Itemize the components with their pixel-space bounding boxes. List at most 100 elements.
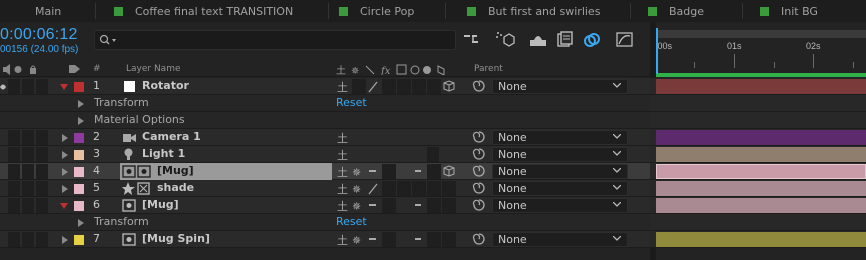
shy-switch-icon[interactable]: ⼟ (337, 165, 349, 177)
effects-switch[interactable] (382, 198, 396, 213)
layer-row[interactable]: 7 [Mug Spin] ⼟ ✵ None (0, 231, 866, 248)
adjustment-layer-switch[interactable] (427, 147, 439, 162)
label-header-icon[interactable] (68, 63, 82, 75)
layer-duration-bar[interactable] (656, 198, 866, 213)
solo-switch[interactable] (22, 164, 34, 179)
frame-blend-switch[interactable] (397, 181, 411, 196)
tab-main[interactable]: Main (14, 0, 61, 22)
layer-name[interactable]: Camera 1 (142, 130, 201, 143)
lock-switch[interactable] (36, 181, 48, 196)
layer-row[interactable]: 3 Light 1 ⼟ None (0, 146, 866, 163)
expand-triangle[interactable] (60, 84, 68, 90)
3d-layer-icon[interactable] (443, 80, 455, 92)
composition-flowchart-icon[interactable] (461, 29, 483, 51)
audio-switch[interactable] (8, 232, 20, 247)
expand-triangle[interactable] (78, 100, 84, 108)
adjustment-layer-switch[interactable] (427, 79, 441, 94)
property-group-row[interactable]: Transform Reset (0, 95, 866, 112)
parent-dropdown[interactable]: None (492, 198, 628, 213)
lock-switch[interactable] (36, 232, 48, 247)
current-time-indicator[interactable] (656, 38, 658, 74)
shy-switch-icon[interactable]: ⼟ (337, 131, 349, 143)
lock-switch[interactable] (36, 147, 48, 162)
parent-pick-whip-icon[interactable] (472, 164, 486, 178)
audio-switch[interactable] (8, 198, 20, 213)
layer-duration-bar[interactable] (656, 147, 866, 162)
adjustment-layer-switch[interactable] (427, 181, 441, 196)
parent-pick-whip-icon[interactable] (472, 147, 486, 161)
layer-duration-bar[interactable] (656, 130, 866, 145)
tab-circle-pop[interactable]: Circle Pop (339, 0, 414, 22)
shy-layers-icon[interactable] (527, 29, 549, 51)
effects-switch[interactable] (382, 79, 396, 94)
motion-blur-switch-icon[interactable] (412, 165, 424, 177)
parent-dropdown[interactable]: None (492, 232, 628, 247)
work-area-bar[interactable] (650, 30, 866, 38)
expand-triangle[interactable] (62, 185, 68, 193)
layer-row[interactable]: 4 [Mug] ⼟ ✵ None (0, 163, 866, 180)
layer-search-input[interactable] (94, 30, 456, 50)
expand-triangle[interactable] (62, 151, 68, 159)
shy-switch-icon[interactable]: ⼟ (337, 199, 349, 211)
audio-switch[interactable] (8, 79, 20, 94)
audio-switch[interactable] (8, 164, 20, 179)
lock-switch[interactable] (36, 130, 48, 145)
property-group-row[interactable]: Material Options (0, 112, 866, 129)
lock-switch[interactable] (36, 79, 48, 94)
audio-switch[interactable] (8, 130, 20, 145)
layer-row[interactable]: 2 Camera 1 ⼟ None (0, 129, 866, 146)
audio-switch[interactable] (8, 181, 20, 196)
layer-row[interactable]: 1 Rotator ⼟ None (0, 78, 866, 95)
collapse-transformations-icon[interactable]: ✵ (352, 165, 364, 177)
parent-pick-whip-icon[interactable] (472, 198, 486, 212)
motion-blur-switch-icon[interactable] (412, 199, 424, 211)
parent-dropdown[interactable]: None (492, 147, 628, 162)
layer-duration-bar[interactable] (656, 181, 866, 196)
solo-switch[interactable] (22, 198, 34, 213)
layer-name[interactable]: [Mug] (157, 164, 194, 177)
3d-layer-icon[interactable] (443, 165, 455, 177)
graph-editor-icon[interactable] (614, 29, 636, 51)
quality-switch-icon[interactable] (367, 199, 379, 211)
label-color-swatch[interactable] (74, 150, 84, 160)
tab-but-first-and-swirlies[interactable]: But first and swirlies (467, 0, 600, 22)
lock-switch[interactable] (36, 164, 48, 179)
parent-pick-whip-icon[interactable] (472, 130, 486, 144)
shy-switch-icon[interactable]: ⼟ (337, 80, 349, 92)
collapse-transformations-icon[interactable]: ✵ (352, 233, 364, 245)
property-group-row[interactable]: Transform Reset (0, 214, 866, 231)
audio-switch[interactable] (8, 147, 20, 162)
parent-dropdown[interactable]: None (492, 79, 628, 94)
parent-dropdown[interactable]: None (492, 130, 628, 145)
adjustment-layer-switch[interactable] (427, 198, 441, 213)
layer-duration-bar[interactable] (656, 164, 866, 179)
parent-pick-whip-icon[interactable] (472, 181, 486, 195)
expand-triangle[interactable] (78, 219, 84, 227)
solo-switch[interactable] (22, 147, 34, 162)
3d-layer-switch[interactable] (442, 181, 456, 196)
visibility-eye-icon[interactable] (0, 82, 6, 92)
tab-badge[interactable]: Badge (648, 0, 704, 22)
draft-3d-icon[interactable] (494, 29, 516, 51)
quality-switch-icon[interactable] (367, 80, 379, 93)
motion-blur-switch-icon[interactable] (412, 233, 424, 245)
motion-blur-icon[interactable] (581, 29, 603, 51)
tab-coffee-final-text-transition[interactable]: Coffee final text TRANSITION (114, 0, 293, 22)
solo-switch[interactable] (22, 181, 34, 196)
label-color-swatch[interactable] (74, 167, 84, 177)
label-color-swatch[interactable] (74, 133, 84, 143)
layer-name[interactable]: Light 1 (142, 147, 185, 160)
effects-switch[interactable] (382, 232, 396, 247)
adjustment-layer-switch[interactable] (427, 232, 441, 247)
collapse-transformations-icon[interactable]: ✵ (352, 182, 364, 194)
label-color-swatch[interactable] (74, 235, 84, 245)
parent-pick-whip-icon[interactable] (472, 79, 486, 93)
quality-switch-icon[interactable] (367, 165, 379, 177)
frame-blend-switch[interactable] (397, 79, 411, 94)
parent-dropdown[interactable]: None (492, 181, 628, 196)
column-parent[interactable]: Parent (474, 64, 503, 74)
effects-switch[interactable] (382, 181, 396, 196)
expand-triangle[interactable] (78, 117, 84, 125)
collapse-transformations-icon[interactable]: ✵ (352, 199, 364, 211)
label-color-swatch[interactable] (74, 201, 84, 211)
